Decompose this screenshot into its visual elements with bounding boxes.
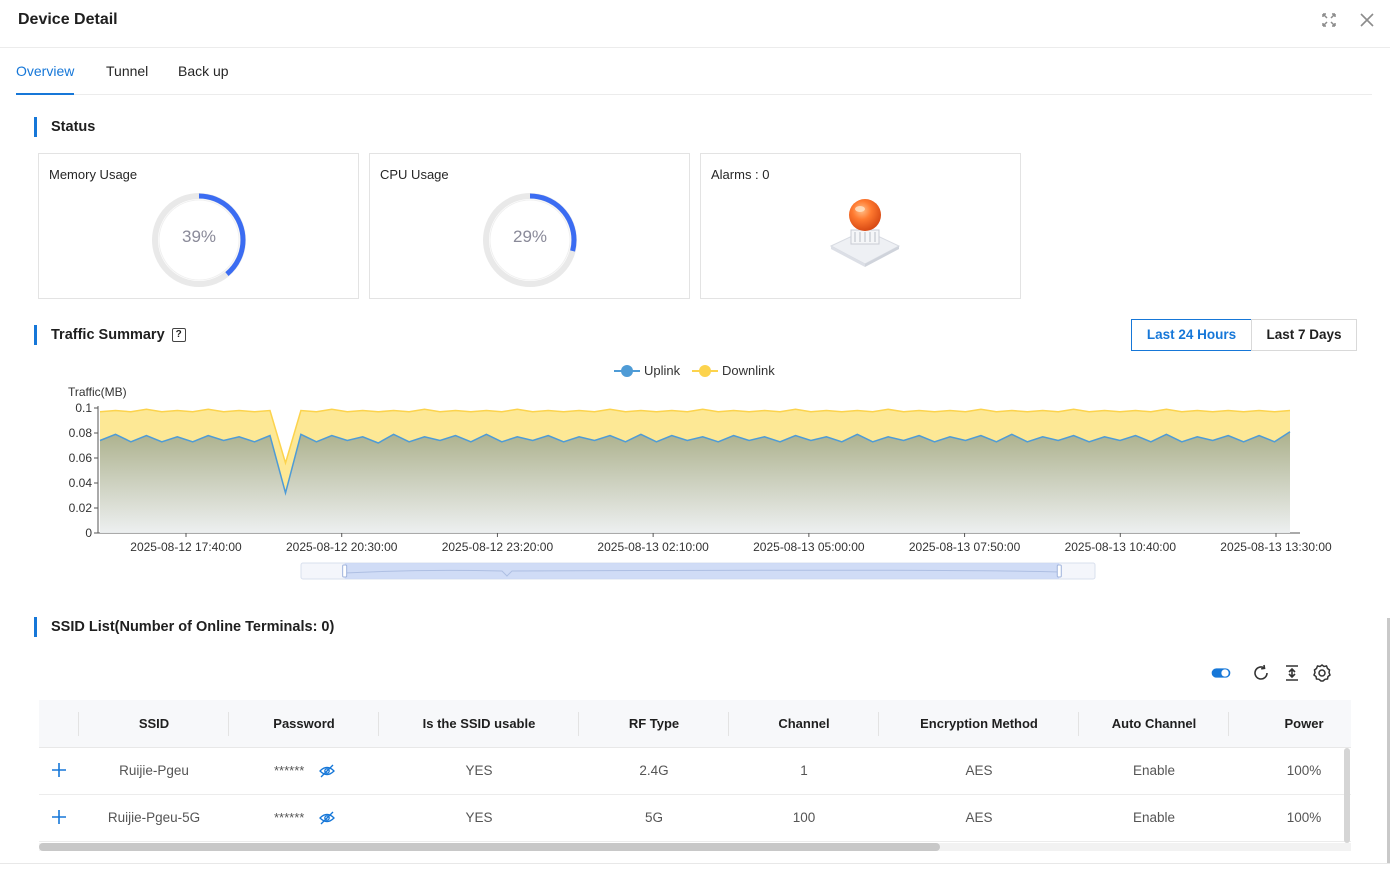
table-row: Ruijie-Pgeu ****** YES 2.4G 1 AES Enable… (39, 748, 1351, 795)
horizontal-scrollbar-thumb[interactable] (39, 843, 940, 851)
zoom-handle-right[interactable] (1056, 564, 1062, 578)
y-tick-label: 0.02 (69, 501, 93, 515)
y-tick-label: 0.08 (69, 426, 93, 440)
cell-power: 100% (1286, 810, 1322, 825)
ssid-list-title: SSID List(Number of Online Terminals: 0) (34, 617, 334, 637)
column-password[interactable]: Password (229, 700, 379, 748)
y-tick-label: 0.04 (69, 476, 93, 490)
x-tick-label: 2025-08-13 10:40:00 (1065, 540, 1177, 554)
close-icon[interactable] (1358, 11, 1376, 29)
cell-auto-channel: Enable (1132, 810, 1176, 825)
legend-uplink-label: Uplink (644, 363, 681, 378)
column-auto-channel[interactable]: Auto Channel (1079, 700, 1229, 748)
cell-password: ****** (274, 763, 305, 778)
y-tick-label: 0.1 (75, 401, 92, 415)
show-password-icon[interactable] (319, 764, 335, 778)
cell-ssid: Ruijie-Pgeu-5G (107, 810, 201, 825)
cell-usable: YES (465, 763, 493, 778)
ssid-table: SSID Password Is the SSID usable RF Type… (39, 700, 1351, 842)
question-icon[interactable]: ? (171, 328, 186, 342)
status-section-title: Status (34, 117, 95, 137)
column-ssid-usable[interactable]: Is the SSID usable (379, 700, 579, 748)
cpu-usage-gauge: 29% (482, 192, 578, 288)
y-tick-label: 0 (85, 526, 92, 540)
memory-usage-label: Memory Usage (49, 167, 138, 182)
legend-downlink[interactable]: Downlink (692, 363, 775, 378)
memory-usage-value: 39% (181, 227, 217, 246)
cell-ssid: Ruijie-Pgeu (119, 763, 189, 778)
x-tick-label: 2025-08-13 05:00:00 (753, 540, 865, 554)
cell-rf-type: 2.4G (639, 763, 669, 778)
y-axis-label: Traffic(MB) (68, 385, 127, 399)
legend-uplink[interactable]: Uplink (614, 363, 680, 378)
show-password-icon[interactable] (319, 811, 335, 825)
x-tick-label: 2025-08-13 02:10:00 (597, 540, 709, 554)
last-24-hours-button[interactable]: Last 24 Hours (1131, 319, 1252, 351)
cell-encryption: AES (965, 763, 993, 778)
cell-auto-channel: Enable (1132, 763, 1176, 778)
column-encryption-method[interactable]: Encryption Method (879, 700, 1079, 748)
cell-rf-type: 5G (644, 810, 663, 825)
traffic-chart: Traffic(MB) 0 0.02 0.04 0.06 0.08 0.1 2025-08-1… (68, 385, 1332, 580)
x-tick-label: 2025-08-12 20:30:00 (286, 540, 398, 554)
column-rf-type[interactable]: RF Type (579, 700, 729, 748)
export-icon[interactable] (1282, 663, 1302, 683)
column-power[interactable]: Power (1229, 700, 1379, 748)
expand-row-icon[interactable] (51, 809, 67, 825)
cpu-usage-label: CPU Usage (380, 167, 449, 182)
cell-channel: 100 (792, 810, 816, 825)
dialog-title: Device Detail (18, 11, 118, 28)
expand-row-icon[interactable] (51, 762, 67, 778)
alarms-card: Alarms : 0 (700, 153, 1021, 299)
legend-downlink-label: Downlink (722, 363, 775, 378)
table-header: SSID Password Is the SSID usable RF Type… (39, 700, 1351, 748)
cpu-usage-value: 29% (512, 227, 548, 246)
refresh-icon[interactable] (1251, 663, 1271, 683)
cell-usable: YES (465, 810, 493, 825)
cell-password: ****** (274, 810, 305, 825)
table-row: Ruijie-Pgeu-5G ****** YES 5G 100 AES Ena… (39, 795, 1351, 842)
cell-power: 100% (1286, 763, 1322, 778)
alarms-label: Alarms : 0 (711, 167, 770, 182)
footer-divider (0, 863, 1390, 864)
x-tick-label: 2025-08-13 13:30:00 (1220, 540, 1332, 554)
dialog-header: Device Detail (0, 0, 1390, 48)
column-channel[interactable]: Channel (729, 700, 879, 748)
fullscreen-icon[interactable] (1320, 11, 1338, 29)
x-tick-label: 2025-08-12 23:20:00 (442, 540, 554, 554)
traffic-summary-title: Traffic Summary ? (34, 325, 186, 345)
cell-channel: 1 (800, 763, 808, 778)
memory-usage-gauge: 39% (151, 192, 247, 288)
tab-back-up[interactable]: Back up (178, 63, 229, 95)
cell-encryption: AES (965, 810, 993, 825)
cpu-usage-card: CPU Usage 29% (369, 153, 690, 299)
x-tick-label: 2025-08-12 17:40:00 (130, 540, 242, 554)
tab-bar: Overview Tunnel Back up (16, 48, 1372, 95)
traffic-summary-label: Traffic Summary (51, 327, 165, 343)
toggle-icon[interactable] (1211, 663, 1241, 683)
memory-usage-card: Memory Usage 39% (38, 153, 359, 299)
tab-overview[interactable]: Overview (16, 63, 75, 95)
vertical-scrollbar-thumb[interactable] (1344, 748, 1350, 843)
last-7-days-button[interactable]: Last 7 Days (1251, 319, 1357, 351)
x-tick-label: 2025-08-13 07:50:00 (909, 540, 1021, 554)
y-tick-label: 0.06 (69, 451, 93, 465)
tab-tunnel[interactable]: Tunnel (106, 63, 148, 95)
column-ssid[interactable]: SSID (79, 700, 229, 748)
alarm-light-icon (825, 194, 905, 270)
zoom-handle-left[interactable] (342, 564, 348, 578)
settings-icon[interactable] (1312, 663, 1332, 683)
